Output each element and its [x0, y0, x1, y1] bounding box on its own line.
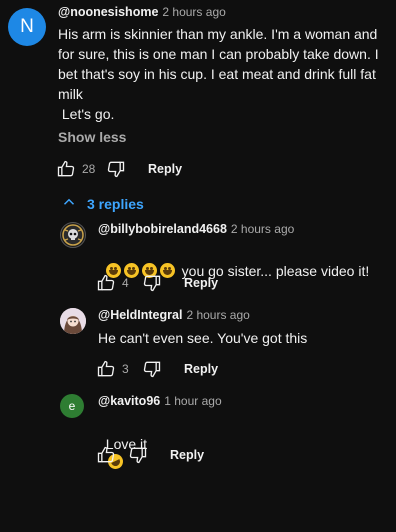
reply-time[interactable]: 2 hours ago: [231, 222, 294, 236]
reply-time[interactable]: 1 hour ago: [164, 394, 221, 408]
dislike-icon[interactable]: [128, 445, 148, 465]
replies-count-label[interactable]: 3 replies: [87, 196, 144, 212]
dislike-icon[interactable]: [106, 159, 126, 179]
dislike-icon[interactable]: [142, 273, 162, 293]
comment-actions: 28 Reply: [56, 157, 182, 181]
like-count: 28: [82, 162, 96, 176]
reply-time[interactable]: 2 hours ago: [186, 308, 249, 322]
reply-button[interactable]: Reply: [170, 448, 204, 462]
comment-text: His arm is skinnier than my ankle. I'm a…: [58, 26, 379, 122]
avatar-letter: e: [68, 399, 76, 413]
like-icon[interactable]: [56, 159, 76, 179]
comment-time[interactable]: 2 hours ago: [162, 5, 225, 19]
avatar[interactable]: e: [60, 394, 84, 418]
like-icon[interactable]: [96, 445, 116, 465]
reply-button[interactable]: Reply: [148, 162, 182, 176]
replies-toggle[interactable]: 3 replies: [60, 193, 144, 214]
comment-author[interactable]: @noonesishome 2 hours ago: [58, 5, 226, 19]
reply-author[interactable]: @HeldIntegral 2 hours ago: [98, 308, 250, 322]
like-icon[interactable]: [96, 359, 116, 379]
reply-button[interactable]: Reply: [184, 362, 218, 376]
reply-actions: 4 Reply: [96, 271, 218, 295]
avatar[interactable]: [60, 308, 86, 334]
dislike-icon[interactable]: [142, 359, 162, 379]
author-name[interactable]: @billybobireland4668: [98, 222, 227, 236]
reply-author[interactable]: @billybobireland4668 2 hours ago: [98, 222, 294, 236]
skull-logo-icon: [62, 224, 84, 246]
reply-author[interactable]: @kavito96 1 hour ago: [98, 394, 222, 408]
like-count: 4: [122, 276, 129, 290]
anime-avatar-icon: [60, 308, 86, 334]
reply-text: He can't even see. You've got this: [98, 330, 308, 346]
reply-text: Love it: [98, 414, 147, 532]
avatar[interactable]: [60, 222, 86, 248]
show-less-button[interactable]: Show less: [58, 129, 126, 145]
reply-actions: 3 Reply: [96, 357, 218, 381]
chevron-up-icon: [60, 193, 78, 214]
like-count: 3: [122, 362, 129, 376]
avatar[interactable]: N: [8, 8, 46, 46]
reply-actions: Reply: [96, 443, 204, 467]
like-icon[interactable]: [96, 273, 116, 293]
author-name[interactable]: @noonesishome: [58, 5, 158, 19]
author-name[interactable]: @kavito96: [98, 394, 160, 408]
author-name[interactable]: @HeldIntegral: [98, 308, 182, 322]
reply-button[interactable]: Reply: [184, 276, 218, 290]
avatar-letter: N: [20, 16, 34, 37]
